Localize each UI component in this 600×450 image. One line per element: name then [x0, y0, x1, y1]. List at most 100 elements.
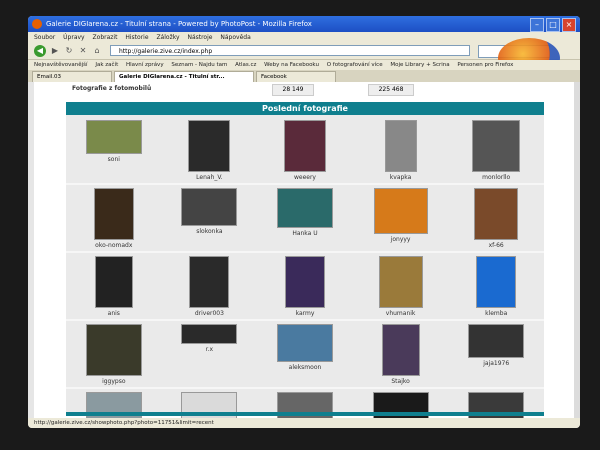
stats-label[interactable]: Fotografie z fotomobilů — [72, 84, 151, 94]
photo-cell: Lenah_V. — [162, 117, 258, 183]
photo-cell: karmy — [257, 253, 353, 319]
photo-thumbnail[interactable] — [373, 188, 428, 234]
address-bar[interactable]: http://galerie.zive.cz/index.php — [110, 45, 470, 56]
photo-thumbnail[interactable] — [85, 324, 142, 376]
browser-window: Galerie DIGIarena.cz - Titulní strana - … — [28, 16, 580, 428]
tab-email[interactable]: Email.03 — [32, 71, 112, 82]
panel-footer — [66, 412, 544, 416]
stats-count-1: 28 149 — [272, 84, 314, 96]
photo-author[interactable]: soni — [108, 156, 120, 163]
photo-author[interactable]: Hanka U — [292, 230, 317, 237]
photo-thumbnail[interactable] — [189, 256, 230, 308]
status-bar: http://galerie.zive.cz/showphoto.php?pho… — [28, 418, 580, 428]
photo-author[interactable]: Lenah_V. — [196, 174, 222, 181]
left-margin — [28, 82, 34, 418]
photo-grid: soni Lenah_V. weeery kvapka monlorllo oko-nom… — [66, 117, 544, 428]
photo-row: iggypso r.x aleksmoon Stajko jaja1976 — [66, 321, 544, 389]
photo-author[interactable]: aleksmoon — [289, 364, 322, 371]
bookmark-item[interactable]: O fotografování více — [327, 62, 383, 68]
back-button[interactable]: ◀ — [34, 45, 46, 57]
photo-cell: vhumanik — [353, 253, 449, 319]
photo-cell: r.x — [162, 321, 258, 387]
bookmark-item[interactable]: Seznam - Najdu tam — [171, 62, 227, 68]
menu-item-bookmarks[interactable]: Záložky — [156, 34, 179, 41]
latest-photos-panel: Poslední fotografie soni Lenah_V. weeery kv… — [66, 102, 544, 428]
reload-icon[interactable]: ↻ — [64, 46, 74, 56]
stop-icon[interactable]: ✕ — [78, 46, 88, 56]
photo-thumbnail[interactable] — [181, 324, 238, 344]
photo-cell: jaja1976 — [448, 321, 544, 387]
page-content: Fotografie z fotomobilů 28 149 225 468 P… — [28, 82, 580, 428]
photo-cell: jonyyy — [353, 185, 449, 251]
tab-facebook[interactable]: Facebook — [256, 71, 336, 82]
photo-thumbnail[interactable] — [474, 188, 519, 240]
maximize-icon[interactable]: □ — [546, 18, 560, 32]
bookmark-item[interactable]: Nejnavštěvovanější — [34, 62, 88, 68]
bookmark-item[interactable]: Hlavní zprávy — [126, 62, 164, 68]
menu-item-file[interactable]: Soubor — [34, 34, 55, 41]
photo-author[interactable]: vhumanik — [386, 310, 416, 317]
photo-cell: Hanka U — [257, 185, 353, 251]
home-icon[interactable]: ⌂ — [92, 46, 102, 56]
photo-thumbnail[interactable] — [85, 120, 142, 154]
bookmark-item[interactable]: Weby na Facebooku — [264, 62, 319, 68]
menu-item-history[interactable]: Historie — [125, 34, 148, 41]
photo-thumbnail[interactable] — [94, 256, 133, 308]
photo-author[interactable]: jaja1976 — [483, 360, 509, 367]
photo-thumbnail[interactable] — [181, 188, 238, 226]
photo-row: anis driver003 karmy vhumanik klemba — [66, 253, 544, 321]
photo-author[interactable]: kvapka — [390, 174, 412, 181]
bookmark-item[interactable]: Personen pro Firefox — [457, 62, 513, 68]
photo-cell: soni — [66, 117, 162, 183]
photo-cell: driver003 — [162, 253, 258, 319]
photo-cell: slokonka — [162, 185, 258, 251]
photo-author[interactable]: r.x — [206, 346, 213, 353]
photo-thumbnail[interactable] — [284, 256, 325, 308]
firefox-icon — [32, 19, 42, 29]
tab-galerie[interactable]: Galerie DIGIarena.cz - Titulní str... — [114, 71, 254, 82]
stats-count-2: 225 468 — [368, 84, 414, 96]
photo-author[interactable]: Stajko — [391, 378, 409, 385]
photo-thumbnail[interactable] — [276, 188, 333, 228]
photo-cell: oko-nomadx — [66, 185, 162, 251]
menu-bar: Soubor Úpravy Zobrazit Historie Záložky … — [28, 32, 580, 43]
tab-strip: Email.03 Galerie DIGIarena.cz - Titulní … — [28, 70, 580, 82]
photo-thumbnail[interactable] — [276, 324, 333, 362]
forward-button[interactable]: ▶ — [50, 46, 60, 56]
photo-author[interactable]: anis — [108, 310, 120, 317]
bookmark-item[interactable]: Atlas.cz — [235, 62, 256, 68]
photo-thumbnail[interactable] — [381, 324, 420, 376]
photo-thumbnail[interactable] — [468, 324, 525, 358]
photo-thumbnail[interactable] — [476, 256, 517, 308]
photo-author[interactable]: jonyyy — [391, 236, 411, 243]
photo-author[interactable]: xf-66 — [489, 242, 504, 249]
menu-item-help[interactable]: Nápověda — [220, 34, 250, 41]
photo-thumbnail[interactable] — [472, 120, 521, 172]
photo-author[interactable]: monlorllo — [482, 174, 510, 181]
photo-author[interactable]: weeery — [294, 174, 316, 181]
photo-author[interactable]: driver003 — [195, 310, 224, 317]
photo-author[interactable]: klemba — [485, 310, 507, 317]
photo-thumbnail[interactable] — [283, 120, 326, 172]
bookmark-item[interactable]: Moje Library + Scrina — [390, 62, 449, 68]
minimize-icon[interactable]: – — [530, 18, 544, 32]
photo-cell: kvapka — [353, 117, 449, 183]
photo-thumbnail[interactable] — [188, 120, 231, 172]
photo-author[interactable]: iggypso — [102, 378, 125, 385]
photo-cell: aleksmoon — [257, 321, 353, 387]
photo-thumbnail[interactable] — [378, 256, 423, 308]
photo-row: soni Lenah_V. weeery kvapka monlorllo — [66, 117, 544, 185]
photo-row: oko-nomadx slokonka Hanka U jonyyy xf-66 — [66, 185, 544, 253]
menu-item-view[interactable]: Zobrazit — [93, 34, 118, 41]
menu-item-edit[interactable]: Úpravy — [63, 34, 84, 41]
scrollbar[interactable] — [574, 82, 580, 418]
menu-item-tools[interactable]: Nástroje — [187, 34, 212, 41]
bookmark-item[interactable]: Jak začít — [95, 62, 118, 68]
window-title: Galerie DIGIarena.cz - Titulní strana - … — [46, 20, 312, 28]
photo-author[interactable]: karmy — [296, 310, 315, 317]
photo-author[interactable]: slokonka — [196, 228, 222, 235]
photo-thumbnail[interactable] — [93, 188, 134, 240]
photo-author[interactable]: oko-nomadx — [95, 242, 132, 249]
photo-thumbnail[interactable] — [384, 120, 417, 172]
close-icon[interactable]: × — [562, 18, 576, 32]
